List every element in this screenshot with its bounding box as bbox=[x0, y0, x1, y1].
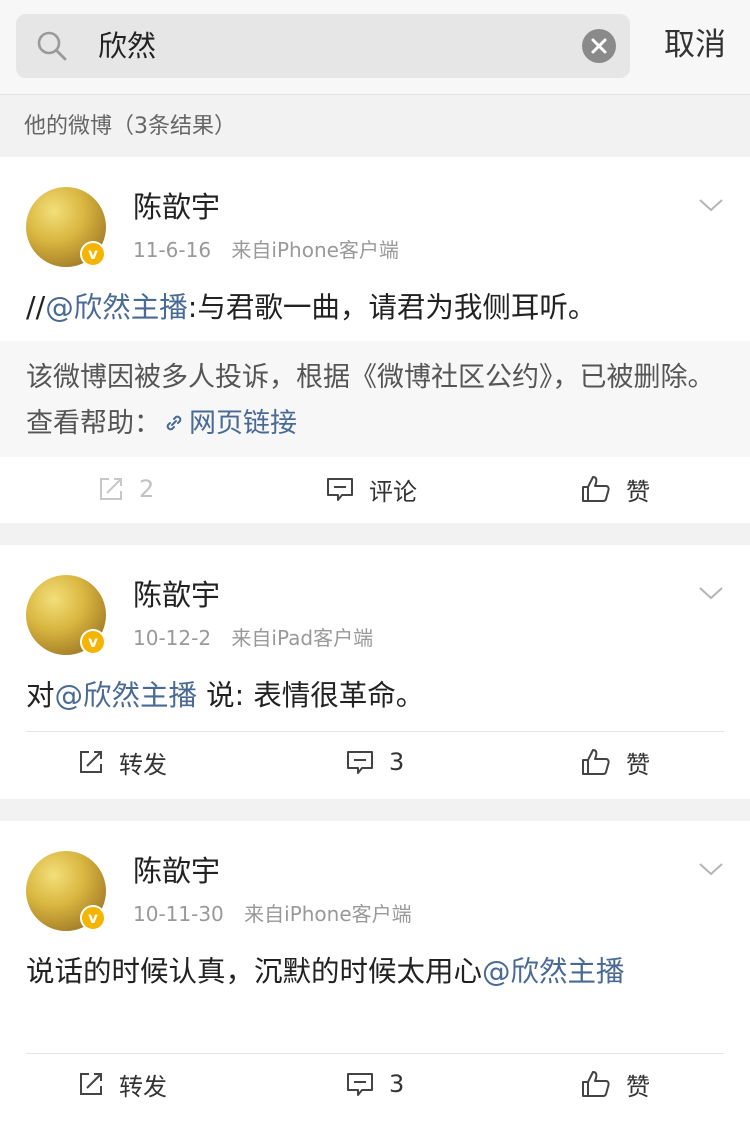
post-card[interactable]: v 陈歆宇 11-6-16 来自iPhone客户端 //@欣然主播:与君歌一曲，… bbox=[0, 157, 750, 523]
post-date: 10-11-30 bbox=[133, 902, 224, 926]
repost-button[interactable]: 转发 bbox=[77, 1054, 167, 1114]
repost-icon bbox=[80, 751, 102, 773]
post-text-prefix: 说话的时候认真，沉默的时候太用心 bbox=[26, 955, 483, 988]
verified-badge-icon: v bbox=[80, 629, 106, 655]
like-label: 赞 bbox=[626, 750, 650, 779]
post-card[interactable]: v 陈歆宇 10-11-30 来自iPhone客户端 说话的时候认真，沉默的时候… bbox=[0, 821, 750, 1124]
deleted-notice-text: 该微博因被多人投诉，根据《微博社区公约》，已被删除。查看帮助： bbox=[26, 362, 715, 439]
action-bar: 2 评论 赞 bbox=[0, 459, 750, 519]
search-icon bbox=[37, 31, 67, 61]
verified-badge-icon: v bbox=[80, 241, 106, 267]
chevron-down-icon[interactable] bbox=[698, 197, 724, 213]
like-label: 赞 bbox=[626, 477, 650, 506]
repost-label: 转发 bbox=[119, 1072, 167, 1101]
clear-icon[interactable] bbox=[582, 29, 616, 63]
action-bar: 转发 3 赞 bbox=[26, 1053, 724, 1114]
comment-icon bbox=[347, 1073, 373, 1096]
chevron-down-icon[interactable] bbox=[698, 585, 724, 601]
post-meta: 10-12-2 来自iPad客户端 bbox=[133, 624, 373, 652]
comment-button[interactable]: 评论 bbox=[325, 459, 417, 519]
help-link-label[interactable]: 网页链接 bbox=[189, 408, 297, 439]
comment-button[interactable]: 3 bbox=[345, 1054, 404, 1114]
mention-link[interactable]: @欣然主播 bbox=[482, 955, 625, 988]
like-button[interactable]: 赞 bbox=[580, 459, 650, 519]
search-box[interactable]: 欣然 bbox=[16, 14, 630, 78]
repost-label: 转发 bbox=[119, 750, 167, 779]
comment-icon bbox=[347, 751, 373, 774]
post-card[interactable]: v 陈歆宇 10-12-2 来自iPad客户端 对@欣然主播 说: 表情很革命。… bbox=[0, 545, 750, 799]
comment-count: 3 bbox=[389, 748, 405, 776]
post-meta: 10-11-30 来自iPhone客户端 bbox=[133, 900, 412, 928]
post-text-suffix: 说: 表情很革命。 bbox=[197, 679, 425, 712]
thumbs-up-icon bbox=[582, 1071, 610, 1097]
search-input[interactable]: 欣然 bbox=[98, 27, 156, 65]
comment-label: 评论 bbox=[369, 477, 417, 506]
top-bar: 欣然 取消 bbox=[0, 0, 750, 94]
post-meta: 11-6-16 来自iPhone客户端 bbox=[133, 236, 399, 264]
divider bbox=[0, 799, 750, 821]
comment-icon bbox=[327, 478, 353, 501]
user-name[interactable]: 陈歆宇 bbox=[133, 187, 220, 227]
post-source: 来自iPad客户端 bbox=[231, 626, 374, 650]
post-text-suffix: :与君歌一曲，请君为我侧耳听。 bbox=[187, 291, 597, 324]
post-date: 11-6-16 bbox=[133, 238, 212, 262]
post-source: 来自iPhone客户端 bbox=[244, 902, 412, 926]
repost-button[interactable]: 2 bbox=[97, 459, 154, 519]
like-button[interactable]: 赞 bbox=[580, 732, 650, 792]
action-bar: 转发 3 赞 bbox=[26, 731, 724, 792]
post-text-prefix: 对 bbox=[26, 679, 55, 712]
user-name[interactable]: 陈歆宇 bbox=[133, 851, 220, 891]
chevron-down-icon[interactable] bbox=[698, 861, 724, 877]
comment-count: 3 bbox=[389, 1070, 405, 1098]
like-label: 赞 bbox=[626, 1072, 650, 1101]
repost-count: 2 bbox=[139, 475, 155, 503]
cancel-button[interactable]: 取消 bbox=[664, 24, 726, 66]
like-button[interactable]: 赞 bbox=[580, 1054, 650, 1114]
mention-link[interactable]: @欣然主播 bbox=[55, 679, 198, 712]
post-source: 来自iPhone客户端 bbox=[231, 238, 399, 262]
deleted-repost-notice: 该微博因被多人投诉，根据《微博社区公约》，已被删除。查看帮助： 网页链接 bbox=[0, 341, 750, 457]
post-text: //@欣然主播:与君歌一曲，请君为我侧耳听。 bbox=[26, 285, 720, 330]
repost-button[interactable]: 转发 bbox=[77, 732, 167, 792]
verified-badge-icon: v bbox=[80, 905, 106, 931]
user-name[interactable]: 陈歆宇 bbox=[133, 575, 220, 615]
mention-link[interactable]: @欣然主播 bbox=[45, 291, 188, 324]
post-text-prefix: // bbox=[26, 291, 46, 324]
divider bbox=[0, 523, 750, 545]
repost-icon bbox=[80, 1073, 102, 1095]
post-date: 10-12-2 bbox=[133, 626, 212, 650]
thumbs-up-icon bbox=[582, 476, 610, 502]
repost-icon bbox=[100, 478, 122, 500]
comment-button[interactable]: 3 bbox=[345, 732, 404, 792]
link-icon bbox=[166, 415, 182, 431]
post-text: 对@欣然主播 说: 表情很革命。 bbox=[26, 673, 720, 718]
thumbs-up-icon bbox=[582, 749, 610, 775]
section-title: 他的微博（3条结果） bbox=[0, 94, 750, 157]
help-link[interactable]: 网页链接 bbox=[161, 408, 297, 439]
post-text: 说话的时候认真，沉默的时候太用心@欣然主播 bbox=[26, 949, 720, 994]
